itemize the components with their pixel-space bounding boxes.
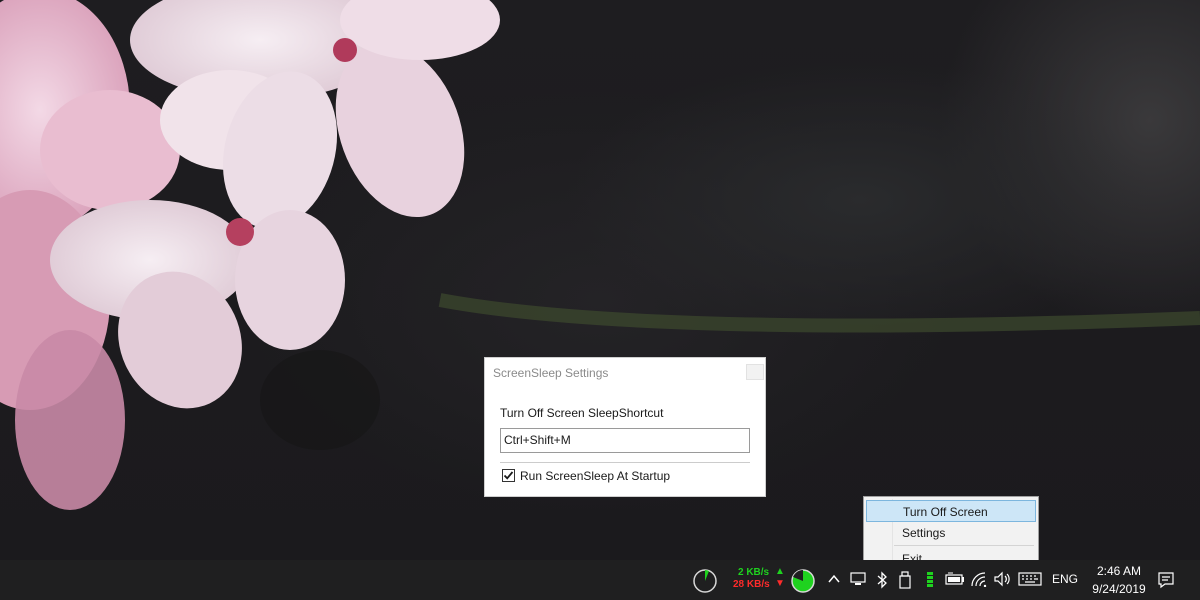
dialog-title: ScreenSleep Settings [493, 366, 609, 380]
screensleep-settings-dialog: ScreenSleep Settings Turn Off Screen Sle… [484, 357, 766, 497]
upload-arrow-icon: ▲ [775, 566, 785, 577]
startup-label: Run ScreenSleep At Startup [520, 469, 671, 483]
startup-checkbox[interactable] [502, 469, 515, 482]
display-icon[interactable] [850, 572, 866, 586]
clock-date[interactable]: 9/24/2019 [1086, 582, 1152, 596]
menu-item-label: Settings [902, 526, 946, 540]
volume-icon[interactable] [993, 571, 1013, 587]
chevron-up-icon[interactable] [827, 573, 841, 585]
input-language[interactable]: ENG [1052, 572, 1078, 586]
taskbar: 2 KB/s ▲ 28 KB/s ▼ ENG 2:46 AM 9/24/2019 [0, 560, 1200, 600]
menu-item-settings[interactable]: Settings [866, 522, 1036, 544]
menu-separator [894, 545, 1034, 546]
download-arrow-icon: ▼ [775, 578, 785, 589]
battery-meter-icon[interactable] [926, 571, 934, 589]
usb-drive-icon[interactable] [898, 571, 912, 589]
menu-item-turn-off-screen[interactable]: Turn Off Screen [866, 500, 1036, 522]
checkmark-icon [503, 471, 514, 480]
dialog-titlebar[interactable]: ScreenSleep Settings [485, 358, 765, 386]
shortcut-input[interactable]: Ctrl+Shift+M [500, 428, 750, 453]
clock-time[interactable]: 2:46 AM [1091, 564, 1147, 578]
divider [500, 462, 750, 463]
menu-item-label: Turn Off Screen [903, 505, 988, 519]
close-button[interactable] [746, 364, 764, 380]
bluetooth-icon[interactable] [876, 571, 888, 589]
shortcut-label: Turn Off Screen SleepShortcut [500, 406, 664, 420]
network-download-speed: 28 KB/s [733, 579, 770, 590]
network-upload-speed: 2 KB/s [738, 567, 770, 578]
wifi-icon[interactable] [970, 571, 988, 587]
action-center-icon[interactable] [1157, 571, 1175, 589]
cpu-gauge-icon[interactable] [692, 568, 718, 594]
battery-icon[interactable] [944, 572, 966, 586]
keyboard-icon[interactable] [1018, 572, 1042, 586]
memory-gauge-icon[interactable] [790, 568, 816, 594]
